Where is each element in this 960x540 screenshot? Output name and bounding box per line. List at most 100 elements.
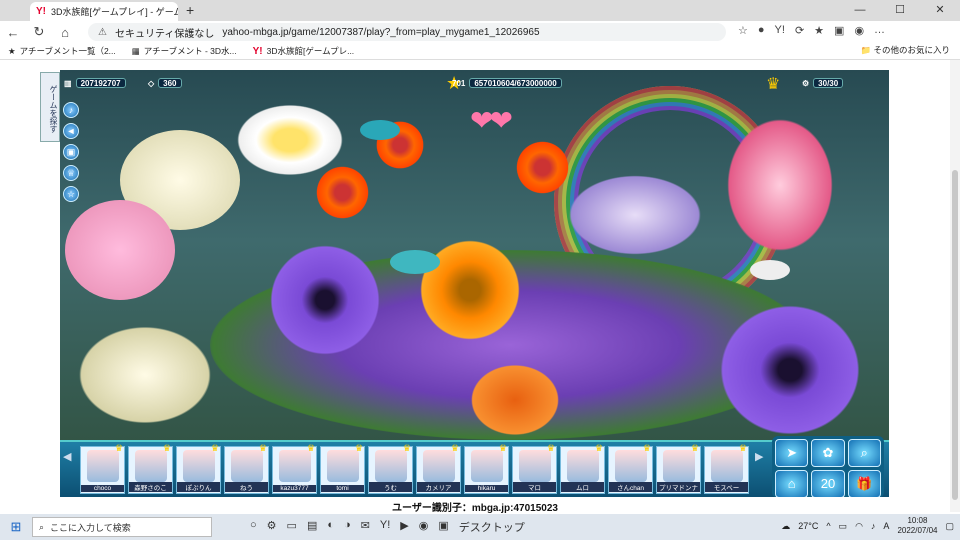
friend-card[interactable]: ♛ 森野さのこ (128, 443, 173, 494)
friend-card[interactable]: ♛ カメリア (416, 443, 461, 494)
task-view-icon[interactable]: ○ (250, 519, 257, 535)
coins-value: 207192707 (75, 78, 126, 88)
sound-icon[interactable]: ♪ (63, 102, 79, 118)
extension-icon[interactable]: ● (758, 24, 765, 37)
notification-icon[interactable]: ▢ (945, 521, 954, 532)
minimize-button[interactable]: — (840, 0, 880, 21)
game-canvas[interactable]: ❤❤ ★ ♛ ▥ 207192707 ◇ 360 701 657010604/6… (60, 70, 889, 497)
bookmark-item[interactable]: Y! 3D水族館[ゲームプレ... (253, 45, 355, 57)
game-search-tab[interactable]: ゲームを探す (40, 72, 60, 142)
url-field[interactable]: ⚠ セキュリティ保護なし yahoo-mbga.jp/game/12007387… (88, 23, 726, 41)
crown-icon: ♛ (162, 443, 171, 453)
favorites-icon[interactable]: ★ (814, 24, 824, 37)
other-favorites[interactable]: 📁 その他のお気に入り (861, 44, 950, 56)
home-icon[interactable]: ⌂ (52, 25, 78, 40)
friends-prev-icon[interactable]: ◀ (63, 450, 71, 463)
friend-card[interactable]: ♛ ねう (224, 443, 269, 494)
crown-icon: ♛ (258, 443, 267, 453)
bookmark-star-icon: ★ (8, 45, 16, 56)
friend-card[interactable]: ♛ ぽぷりん (176, 443, 221, 494)
security-label: セキュリティ保護なし (114, 28, 215, 40)
friend-name: choco (81, 485, 124, 492)
friend-card[interactable]: ♛ モスベー (704, 443, 749, 494)
search-placeholder: ここに入力して検索 (50, 522, 131, 533)
taskbar: ⊞ ⌕ ここに入力して検索 ○ ⚙ ▭ ▤ ◐ ◑ ✉ Y! ▶ ◉ ▣ デスク… (0, 514, 960, 540)
friend-card[interactable]: ♛ ムロ (560, 443, 605, 494)
anemone-purple (270, 245, 380, 355)
gerbera-orange (515, 140, 570, 195)
window-controls: — ☐ ✕ (840, 0, 960, 21)
orange-lily (465, 360, 565, 440)
crown-icon: ♛ (306, 443, 315, 453)
photo-icon[interactable]: ▣ (63, 144, 79, 160)
firefox-icon[interactable]: ◉ (419, 519, 429, 535)
friend-card[interactable]: ♛ マロ (512, 443, 557, 494)
maximize-button[interactable]: ☐ (880, 0, 920, 21)
friend-avatar (423, 450, 455, 482)
favorite-icon[interactable]: ☆ (738, 24, 748, 37)
bookmarks-bar: ★ アチーブメント一覧（2... ▦ アチーブメント - 3D水... Y! 3D水族… (0, 43, 960, 60)
close-window-button[interactable]: ✕ (920, 0, 960, 21)
friend-card[interactable]: ♛ プリマドンナ (656, 443, 701, 494)
game-side-menu: ♪ ◄ ▣ ♕ ☆ (63, 102, 79, 202)
edge-browser-icon[interactable]: ◑ (344, 519, 351, 535)
new-tab-button[interactable]: + (186, 2, 194, 18)
gift-icon[interactable]: 🎁 (847, 470, 881, 497)
hidden-icons-icon[interactable]: ^ (826, 521, 830, 531)
friends-next-icon[interactable]: ▶ (755, 450, 763, 463)
volume-icon[interactable]: ◄ (63, 123, 79, 139)
taskbar-search[interactable]: ⌕ ここに入力して検索 (32, 517, 212, 537)
back-icon[interactable]: ← (0, 25, 26, 40)
friend-card[interactable]: ♛ hikaru (464, 443, 509, 494)
battery-icon[interactable]: ▭ (839, 521, 848, 532)
youtube-icon[interactable]: ▶ (400, 519, 408, 535)
collections-icon[interactable]: ▣ (834, 24, 844, 37)
tab-bar: Y! 3D水族館[ゲームプレイ] - ゲームなら ✕ + — ☐ ✕ (0, 0, 960, 21)
crown-icon: ♛ (594, 443, 603, 453)
windows-start-icon[interactable]: ⊞ (0, 519, 32, 535)
yahoo-extension-icon[interactable]: Y! (775, 24, 785, 37)
friend-card[interactable]: ♛ kazu3777 (272, 443, 317, 494)
folder-icon[interactable]: ▤ (307, 519, 317, 535)
scrollbar[interactable] (950, 60, 960, 512)
app-icon[interactable]: ▣ (438, 519, 448, 535)
cursor-icon[interactable]: ➤ (775, 439, 809, 467)
zoom-icon[interactable]: ⌕ (847, 439, 881, 467)
shop-icon[interactable]: ⌂ (775, 470, 809, 497)
inventory-icon[interactable]: 20 (811, 470, 845, 497)
weather-text[interactable]: 27°C (798, 521, 818, 531)
network-icon[interactable]: ◠ (855, 521, 863, 532)
browser-tab[interactable]: Y! 3D水族館[ゲームプレイ] - ゲームなら ✕ (30, 2, 178, 21)
achievement-icon[interactable]: ☆ (63, 186, 79, 202)
taskbar-apps: ○ ⚙ ▭ ▤ ◐ ◑ ✉ Y! ▶ ◉ ▣ デスクトップ (250, 519, 525, 535)
friend-avatar (615, 450, 647, 482)
scrollbar-thumb[interactable] (952, 170, 958, 500)
friend-avatar (663, 450, 695, 482)
fish (390, 250, 440, 274)
friend-card[interactable]: ♛ うむ (368, 443, 413, 494)
friend-card[interactable]: ♛ tomi (320, 443, 365, 494)
crown-icon: ♛ (546, 443, 555, 453)
desktop-label[interactable]: デスクトップ (459, 519, 525, 535)
system-tray: ☁ 27°C ^ ▭ ◠ ♪ A 10:08 2022/07/04 ▢ (781, 516, 954, 536)
refresh-icon[interactable]: ↻ (26, 24, 52, 40)
settings-icon[interactable]: ⚙ (267, 519, 277, 535)
volume-icon[interactable]: ♪ (871, 521, 876, 531)
friend-card[interactable]: ♛ さんchan (608, 443, 653, 494)
bookmark-item[interactable]: ★ アチーブメント一覧（2... (8, 45, 116, 57)
profile-icon[interactable]: ◉ (854, 24, 864, 37)
feed-icon[interactable]: ✿ (811, 439, 845, 467)
level-value: 701 (452, 78, 466, 88)
mail-icon[interactable]: ✉ (361, 519, 370, 535)
friend-card[interactable]: ♛ choco (80, 443, 125, 494)
clock[interactable]: 10:08 2022/07/04 (897, 516, 937, 536)
file-explorer-icon[interactable]: ▭ (287, 519, 297, 535)
edge-icon[interactable]: ◐ (327, 519, 334, 535)
yahoo-app-icon[interactable]: Y! (380, 519, 390, 535)
ime-indicator[interactable]: A (883, 521, 889, 531)
refresh-extension-icon[interactable]: ⟳ (795, 24, 804, 37)
menu-icon[interactable]: … (874, 24, 885, 37)
trophy-icon[interactable]: ♕ (63, 165, 79, 181)
friend-avatar (231, 450, 263, 482)
bookmark-item[interactable]: ▦ アチーブメント - 3D水... (132, 45, 237, 57)
